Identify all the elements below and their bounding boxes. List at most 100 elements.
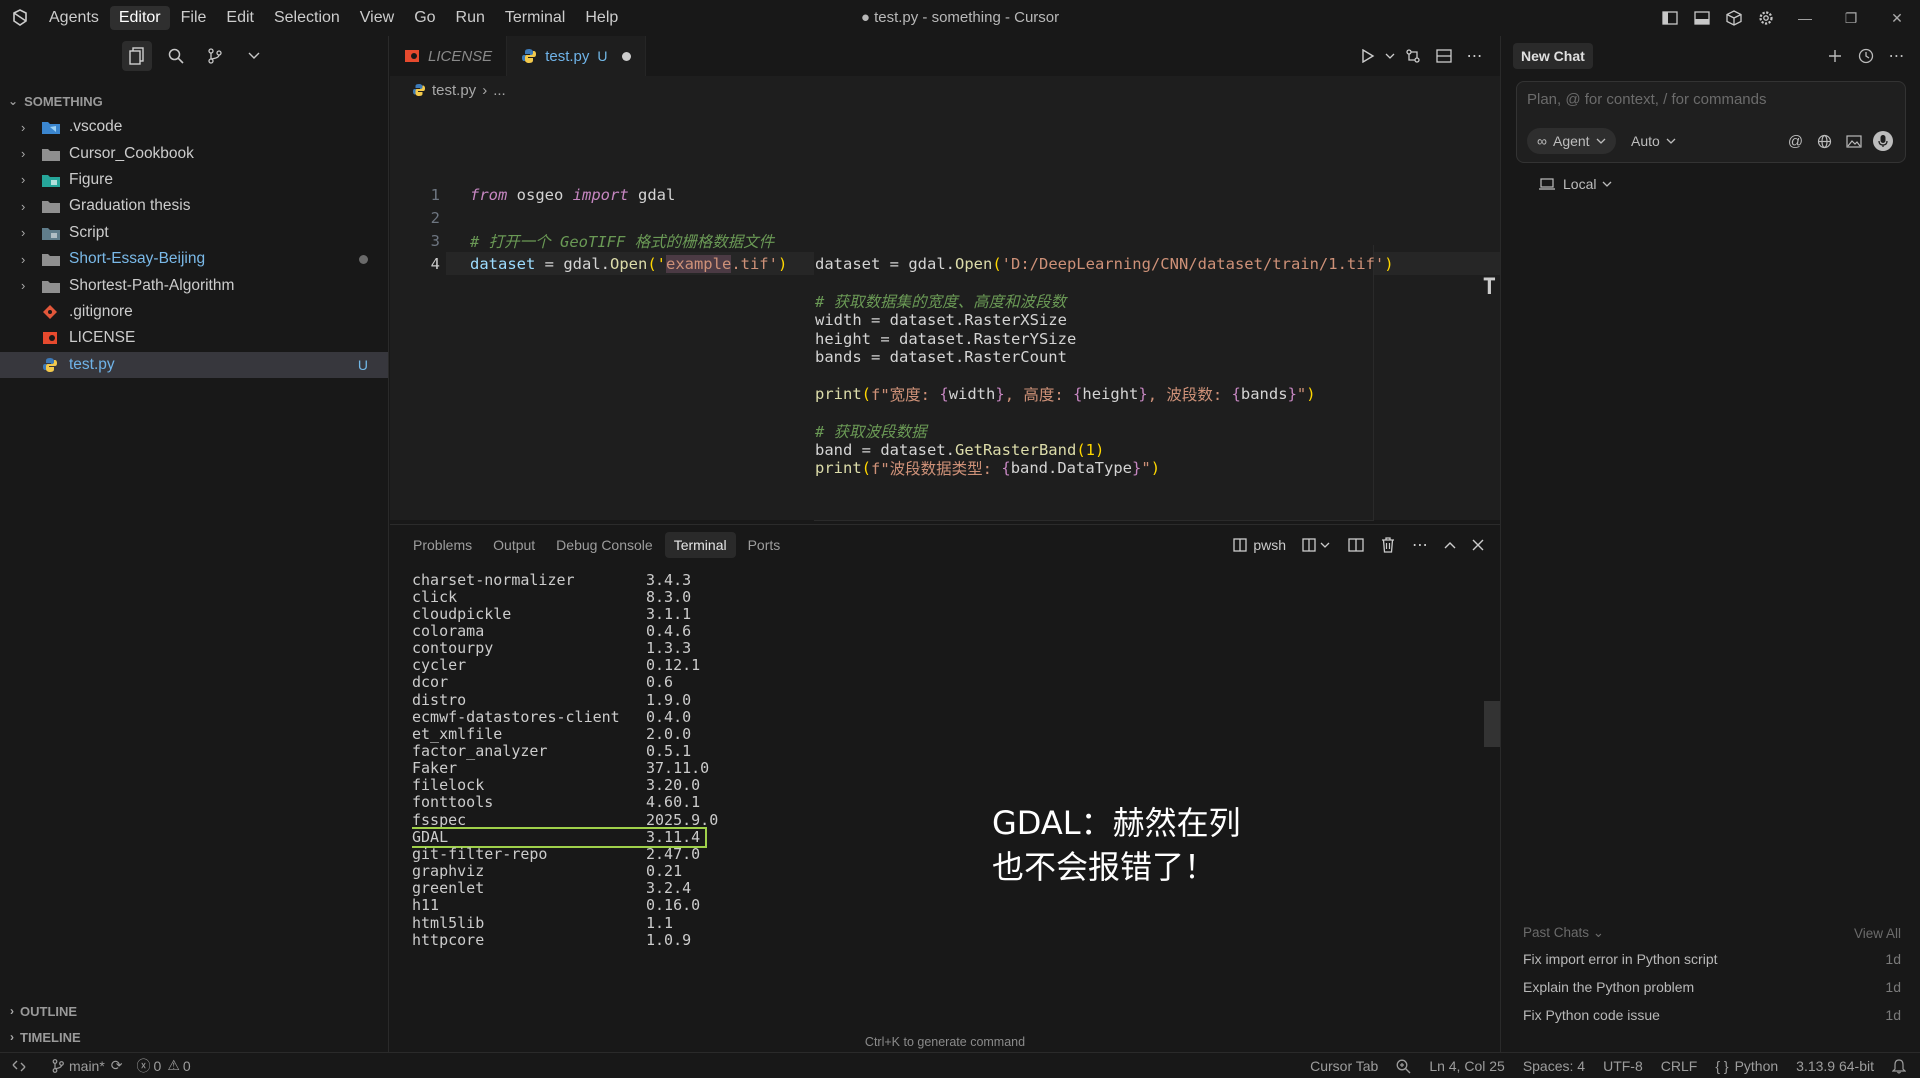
local-label: Local	[1563, 176, 1597, 192]
run-icon[interactable]	[1352, 41, 1383, 71]
tree-item-label: LICENSE	[69, 329, 136, 347]
past-chats-toggle[interactable]: Past Chats ⌄	[1523, 925, 1604, 941]
local-context-selector[interactable]: Local	[1539, 172, 1612, 196]
chevron-down-icon[interactable]	[239, 41, 269, 71]
tree-folder-short-essay-beijing[interactable]: › Short-Essay-Beijing	[0, 246, 388, 272]
indentation[interactable]: Spaces: 4	[1523, 1053, 1585, 1078]
terminal-output[interactable]: charset-normalizer 3.4.3 click 8.3.0 cloudpi…	[412, 565, 1412, 1035]
split-editor-icon[interactable]	[1428, 41, 1459, 71]
microphone-icon[interactable]	[1868, 127, 1897, 155]
maximize-panel-icon[interactable]	[1436, 530, 1464, 560]
agent-mode-selector[interactable]: ∞ Agent	[1527, 128, 1616, 154]
toggle-sidebar-icon[interactable]	[1654, 0, 1686, 36]
line-endings[interactable]: CRLF	[1661, 1053, 1698, 1078]
close-window-button[interactable]: ✕	[1874, 0, 1920, 36]
encoding[interactable]: UTF-8	[1603, 1053, 1643, 1078]
minimize-button[interactable]: —	[1782, 0, 1828, 36]
menu-terminal[interactable]: Terminal	[496, 6, 574, 30]
tree-file-test-py[interactable]: test.py U	[0, 351, 388, 378]
new-terminal-split-icon[interactable]	[1300, 530, 1332, 560]
tab-debug-console[interactable]: Debug Console	[547, 532, 662, 558]
compare-changes-icon[interactable]	[1397, 41, 1428, 71]
branch-indicator[interactable]: main* ⟳	[52, 1053, 123, 1078]
run-options-chevron-icon[interactable]	[1383, 41, 1397, 71]
more-actions-icon[interactable]: ⋯	[1404, 530, 1436, 560]
view-all-link[interactable]: View All	[1854, 926, 1901, 941]
problems-indicator[interactable]: ⓧ 0 ⚠ 0	[137, 1053, 191, 1078]
close-panel-icon[interactable]	[1464, 530, 1492, 560]
gear-icon[interactable]	[1750, 0, 1782, 36]
tree-folder-graduation-thesis[interactable]: › Graduation thesis	[0, 193, 388, 219]
notifications-bell-icon[interactable]	[1892, 1053, 1906, 1078]
menu-editor[interactable]: Editor	[109, 6, 170, 30]
tab-test-py[interactable]: test.py U	[507, 36, 646, 76]
chevron-right-icon: ›	[10, 1030, 14, 1044]
code-token: {	[1231, 384, 1241, 403]
past-chat-item[interactable]: Fix Python code issue 1d	[1523, 1002, 1901, 1028]
python-interpreter[interactable]: 3.13.9 64-bit	[1796, 1053, 1874, 1078]
explorer-section-title[interactable]: ⌄ SOMETHING	[0, 88, 388, 114]
more-actions-icon[interactable]: ⋯	[1881, 41, 1912, 71]
tree-folder-cursor-cookbook[interactable]: › Cursor_Cookbook	[0, 140, 388, 166]
chat-input[interactable]: Plan, @ for context, / for commands ∞ Ag…	[1516, 81, 1906, 163]
tree-item-label: Cursor_Cookbook	[69, 144, 194, 162]
menu-go[interactable]: Go	[405, 6, 444, 30]
tree-item-label: Script	[69, 223, 109, 241]
timeline-section[interactable]: › TIMELINE	[0, 1024, 389, 1050]
tree-file-gitignore[interactable]: .gitignore	[0, 299, 388, 325]
restore-button[interactable]: ❐	[1828, 0, 1874, 36]
tab-license[interactable]: LICENSE	[390, 36, 508, 76]
cursor-tab-status[interactable]: Cursor Tab	[1310, 1053, 1378, 1078]
outline-section[interactable]: › OUTLINE	[0, 998, 389, 1024]
tree-folder-script[interactable]: › Script	[0, 220, 388, 246]
explorer-files-icon[interactable]	[122, 41, 152, 71]
language-mode[interactable]: { } Python	[1715, 1053, 1778, 1078]
braces-icon: { }	[1715, 1058, 1729, 1074]
code-token: dataset = gdal.	[815, 254, 955, 273]
at-mention-icon[interactable]: @	[1781, 127, 1810, 155]
remote-icon[interactable]	[12, 1053, 26, 1078]
tab-new-chat[interactable]: New Chat	[1513, 43, 1593, 69]
terminal-shell-selector[interactable]: pwsh	[1227, 530, 1292, 560]
tab-problems[interactable]: Problems	[404, 532, 481, 558]
menu-run[interactable]: Run	[447, 6, 494, 30]
menu-help[interactable]: Help	[576, 6, 627, 30]
tree-folder-shortest-path-algorithm[interactable]: › Shortest-Path-Algorithm	[0, 272, 388, 298]
menu-file[interactable]: File	[172, 6, 216, 30]
tree-file-license[interactable]: LICENSE	[0, 325, 388, 351]
cursor-position[interactable]: Ln 4, Col 25	[1429, 1053, 1505, 1078]
tree-folder-vscode[interactable]: › .vscode	[0, 114, 388, 140]
more-actions-icon[interactable]: ⋯	[1459, 41, 1490, 71]
menu-agents[interactable]: Agents	[40, 6, 108, 30]
breadcrumb-symbol[interactable]: ...	[493, 82, 506, 99]
tab-terminal[interactable]: Terminal	[664, 532, 736, 558]
unsaved-dot-icon[interactable]	[621, 51, 631, 61]
tab-ports[interactable]: Ports	[739, 532, 790, 558]
trash-icon[interactable]	[1372, 530, 1404, 560]
menu-view[interactable]: View	[351, 6, 403, 30]
history-icon[interactable]	[1850, 41, 1881, 71]
past-chat-item[interactable]: Explain the Python problem 1d	[1523, 974, 1901, 1000]
vscode-folder-icon	[42, 119, 62, 135]
code-token: height	[1082, 384, 1139, 403]
past-chat-item[interactable]: Fix import error in Python script 1d	[1523, 946, 1901, 972]
tree-folder-figure[interactable]: › Figure	[0, 167, 388, 193]
cube-icon[interactable]	[1718, 0, 1750, 36]
sync-icon[interactable]: ⟳	[111, 1057, 123, 1074]
source-control-icon[interactable]	[200, 41, 230, 71]
model-selector[interactable]: Auto	[1631, 128, 1676, 154]
image-icon[interactable]	[1839, 127, 1868, 155]
search-icon[interactable]	[161, 41, 191, 71]
tab-output[interactable]: Output	[484, 532, 544, 558]
code-editor[interactable]: 1 2 3 4 from osgeo import gdal # 打开一个 Ge…	[390, 104, 1500, 521]
terminal-scrollbar-thumb[interactable]	[1484, 701, 1500, 747]
plus-icon[interactable]	[1819, 41, 1850, 71]
menu-edit[interactable]: Edit	[217, 6, 263, 30]
code-token: }	[1132, 458, 1142, 477]
zoom-icon[interactable]	[1396, 1053, 1411, 1078]
split-terminal-icon[interactable]	[1340, 530, 1372, 560]
toggle-panel-icon[interactable]	[1686, 0, 1718, 36]
menu-selection[interactable]: Selection	[265, 6, 349, 30]
breadcrumb-file[interactable]: test.py	[432, 82, 476, 99]
globe-icon[interactable]	[1810, 127, 1839, 155]
